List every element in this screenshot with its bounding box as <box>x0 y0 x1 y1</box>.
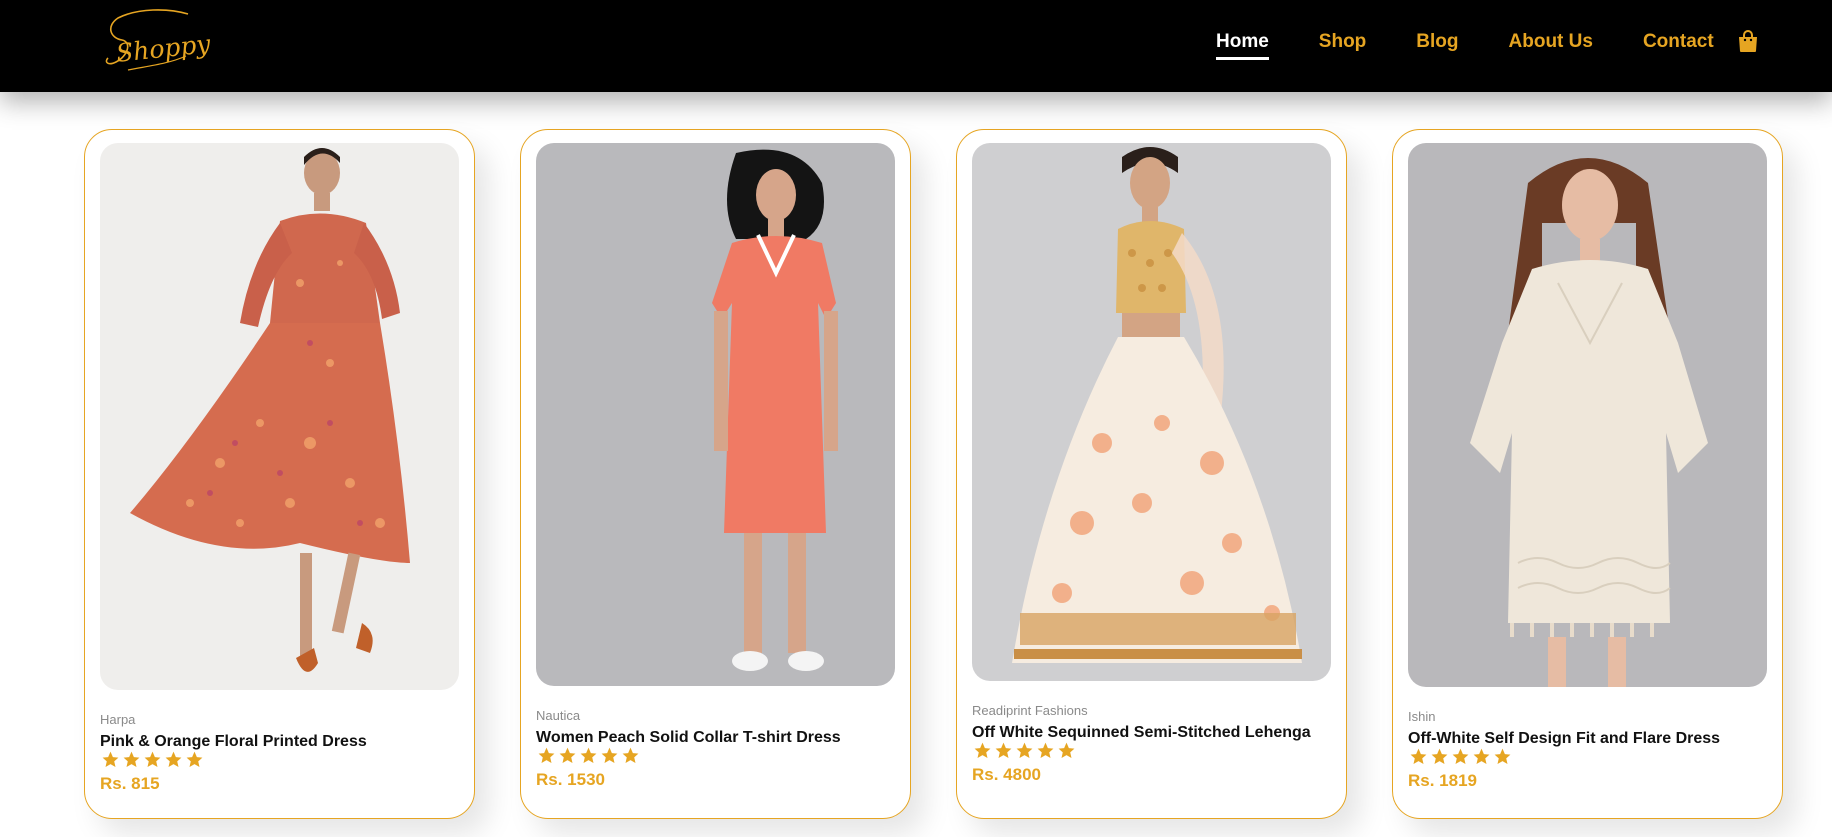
product-rating <box>1408 747 1513 767</box>
star-icon <box>622 747 639 764</box>
product-brand: Nautica <box>536 708 581 723</box>
star-icon <box>1410 748 1427 765</box>
star-icon <box>1058 742 1075 759</box>
product-brand: Readiprint Fashions <box>972 703 1088 718</box>
product-price: Rs. 815 <box>100 774 160 793</box>
star-icon <box>102 751 119 768</box>
product-price: Rs. 1530 <box>536 770 605 789</box>
nav-contact[interactable]: Contact <box>1643 31 1714 57</box>
product-price: Rs. 4800 <box>972 765 1041 784</box>
star-icon <box>165 751 182 768</box>
product-card[interactable]: Nautica Women Peach Solid Collar T-shirt… <box>520 129 911 819</box>
product-image[interactable] <box>972 143 1331 681</box>
product-rating <box>100 750 205 770</box>
product-price: Rs. 1819 <box>1408 771 1477 790</box>
nav-blog[interactable]: Blog <box>1416 31 1458 57</box>
product-name[interactable]: Pink & Orange Floral Printed Dress <box>100 733 367 751</box>
product-image[interactable] <box>100 143 459 690</box>
star-icon <box>580 747 597 764</box>
product-brand: Harpa <box>100 712 136 727</box>
product-grid: Harpa Pink & Orange Floral Printed Dress… <box>0 0 1832 837</box>
logo[interactable]: Shoppy <box>98 4 212 84</box>
product-rating <box>972 741 1077 761</box>
product-name[interactable]: Women Peach Solid Collar T-shirt Dress <box>536 729 841 747</box>
shopping-bag-icon[interactable] <box>1737 29 1759 53</box>
product-card[interactable]: Readiprint Fashions Off White Sequinned … <box>956 129 1347 819</box>
star-icon <box>1037 742 1054 759</box>
star-icon <box>1431 748 1448 765</box>
star-icon <box>1452 748 1469 765</box>
product-image[interactable] <box>1408 143 1767 687</box>
star-icon <box>1473 748 1490 765</box>
star-icon <box>144 751 161 768</box>
star-icon <box>559 747 576 764</box>
product-name[interactable]: Off-White Self Design Fit and Flare Dres… <box>1408 730 1720 748</box>
nav-about-us[interactable]: About Us <box>1509 31 1593 57</box>
star-icon <box>601 747 618 764</box>
product-card[interactable]: Harpa Pink & Orange Floral Printed Dress… <box>84 129 475 819</box>
product-name[interactable]: Off White Sequinned Semi-Stitched Leheng… <box>972 724 1311 742</box>
star-icon <box>538 747 555 764</box>
star-icon <box>974 742 991 759</box>
product-rating <box>536 746 641 766</box>
product-card[interactable]: Ishin Off-White Self Design Fit and Flar… <box>1392 129 1783 819</box>
star-icon <box>186 751 203 768</box>
star-icon <box>123 751 140 768</box>
product-image[interactable] <box>536 143 895 686</box>
star-icon <box>995 742 1012 759</box>
star-icon <box>1494 748 1511 765</box>
star-icon <box>1016 742 1033 759</box>
nav-shop[interactable]: Shop <box>1319 31 1367 57</box>
product-brand: Ishin <box>1408 709 1436 724</box>
main-nav: Home Shop Blog About Us Contact <box>1216 29 1764 60</box>
navbar: Shoppy Home Shop Blog About Us Contact <box>0 0 1832 92</box>
nav-home[interactable]: Home <box>1216 31 1269 60</box>
